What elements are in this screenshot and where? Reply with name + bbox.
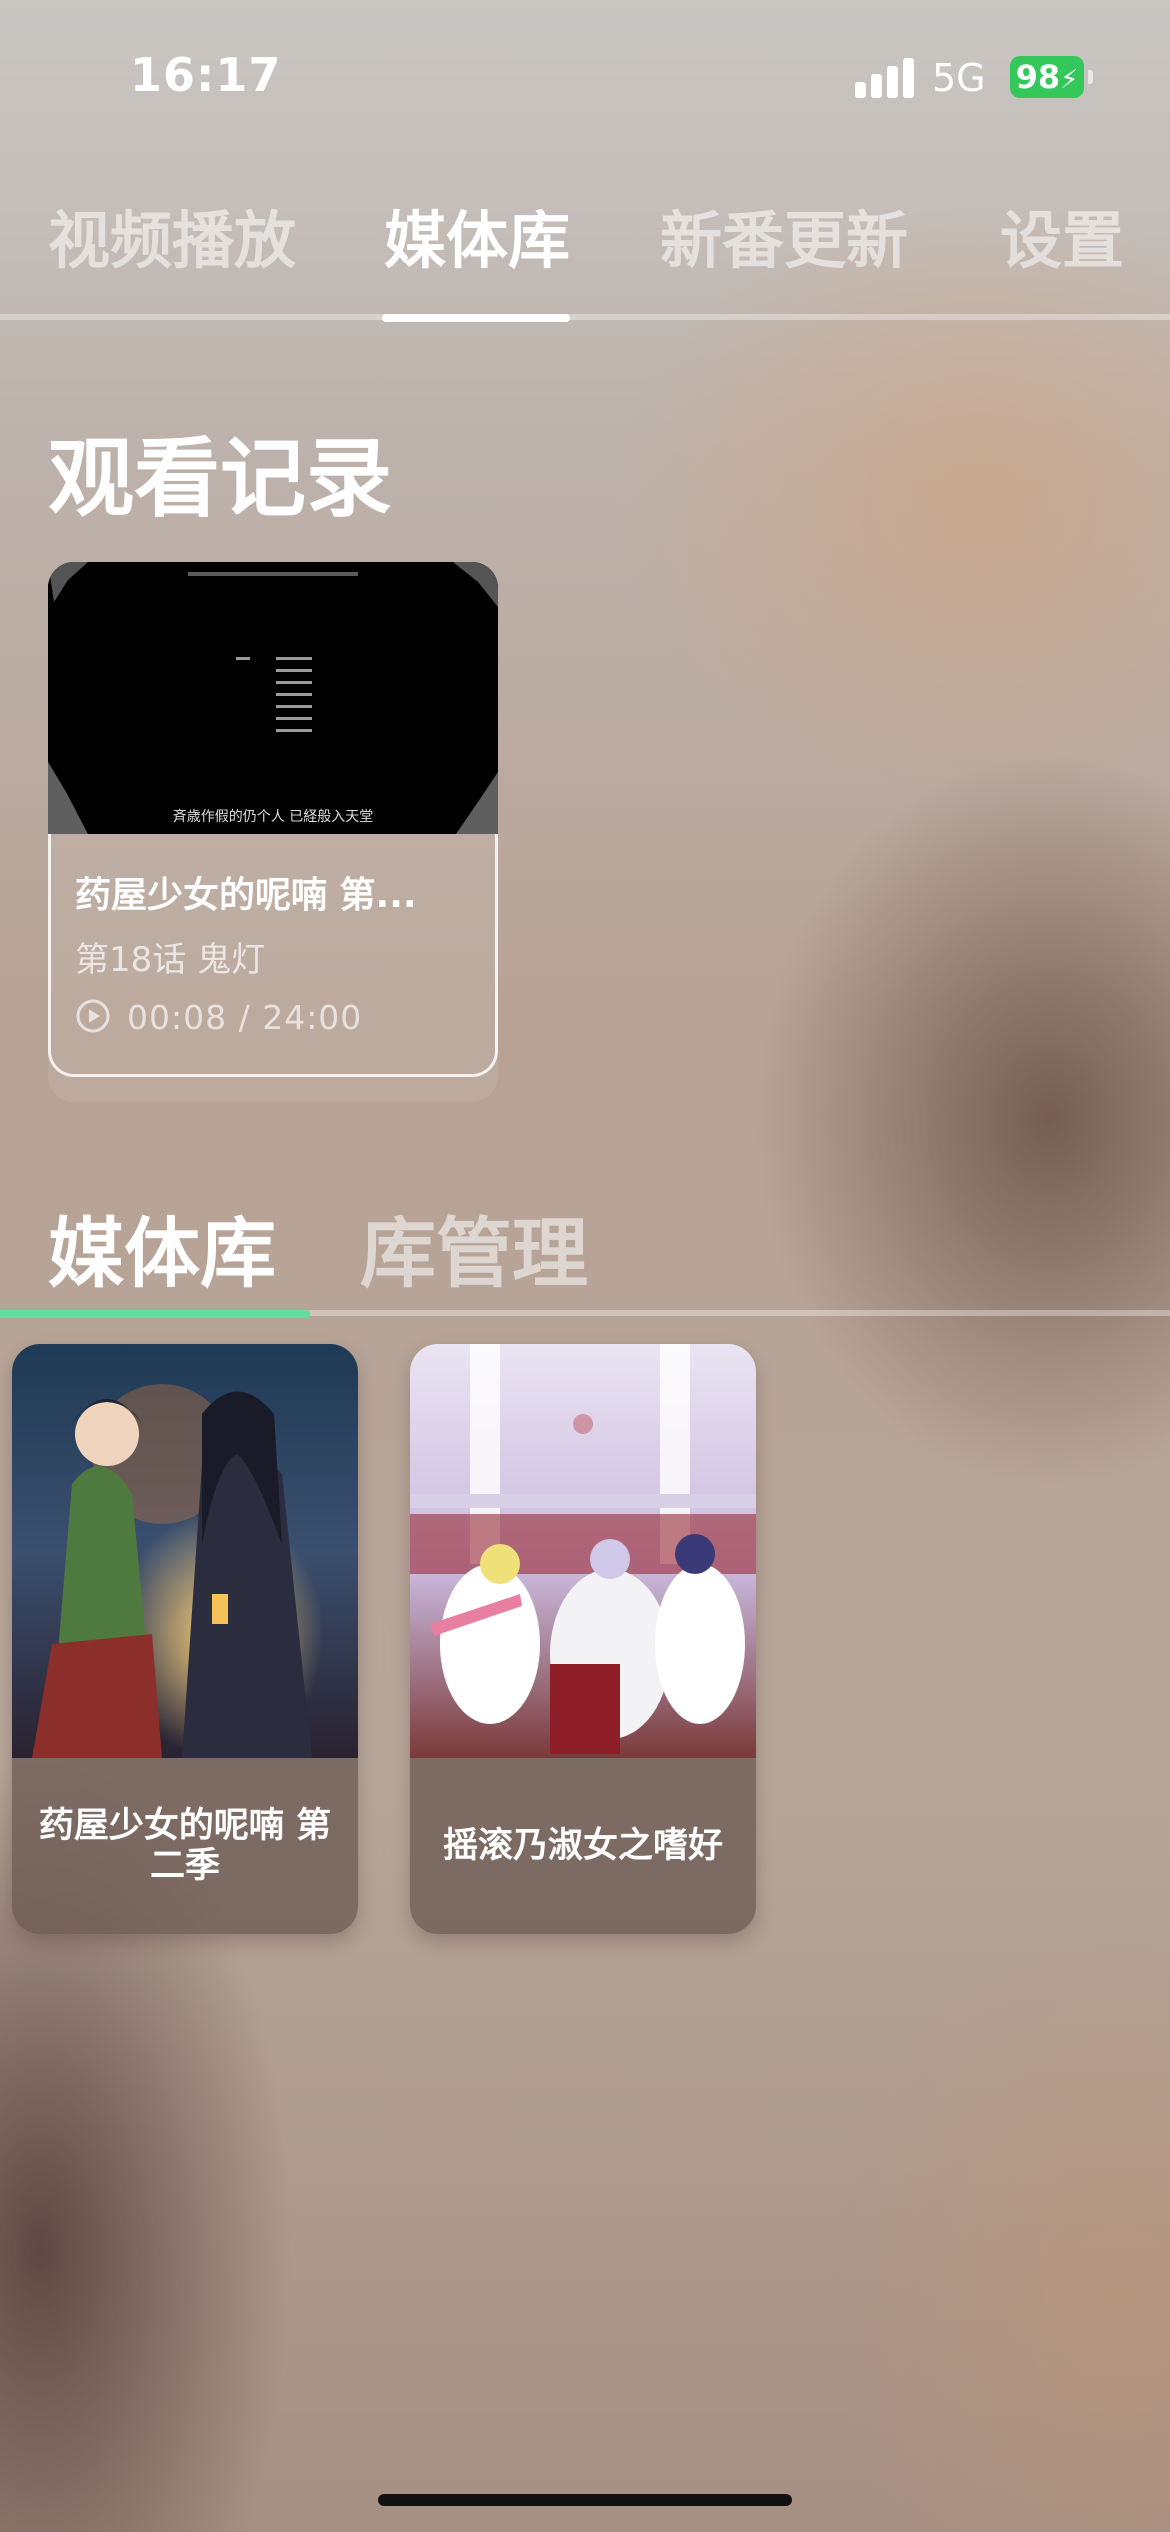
tab-new-anime-updates[interactable]: 新番更新 [660,190,908,280]
tab-settings[interactable]: 设置 [1000,190,1124,280]
media-title-container: 药屋少女的呢喃 第二季 [12,1758,358,1934]
history-item-episode: 第18话 鬼灯 [75,940,266,980]
media-title-container: 摇滚乃淑女之嗜好 [410,1758,756,1934]
status-time: 16:17 [130,48,282,102]
media-card[interactable]: 药屋少女的呢喃 第二季 [12,1344,358,1934]
history-thumbnail: 斉歳作假的仍个人 已経般入天堂 [48,562,498,834]
play-circle-icon [76,999,110,1033]
media-title: 摇滚乃淑女之嗜好 [442,1825,723,1866]
media-card[interactable]: 摇滚乃淑女之嗜好 [410,1344,756,1934]
battery-icon: 98⚡ [1010,56,1084,98]
library-tab-indicator [0,1310,310,1318]
history-item-progress: 00:08 / 24:00 [127,998,363,1037]
home-indicator[interactable] [378,2494,792,2506]
media-poster [12,1344,358,1758]
tab-library-management[interactable]: 库管理 [360,1192,588,1302]
top-tab-indicator [382,314,570,322]
battery-level: 98 [1015,58,1061,96]
top-tab-divider [0,314,1170,320]
signal-strength-icon [855,58,915,98]
tab-media-library[interactable]: 媒体库 [384,190,570,280]
history-info: 药屋少女的呢喃 第... 第18话 鬼灯 00:08 / 24:00 [48,834,498,1077]
battery-tip [1088,70,1093,84]
media-poster [410,1344,756,1758]
history-section-title: 观看记录 [48,429,392,529]
history-item-title: 药屋少女的呢喃 第... [75,875,417,916]
thumbnail-frame [48,562,498,834]
tab-video-playback[interactable]: 视频播放 [48,190,296,280]
tab-library[interactable]: 媒体库 [48,1192,276,1302]
media-title: 药屋少女的呢喃 第二季 [38,1805,332,1886]
network-type: 5G [932,56,986,100]
thumbnail-subtitle: 斉歳作假的仍个人 已経般入天堂 [172,809,374,825]
history-card[interactable]: 斉歳作假的仍个人 已経般入天堂 药屋少女的呢喃 第... 第18话 鬼灯 00:… [48,562,498,1102]
